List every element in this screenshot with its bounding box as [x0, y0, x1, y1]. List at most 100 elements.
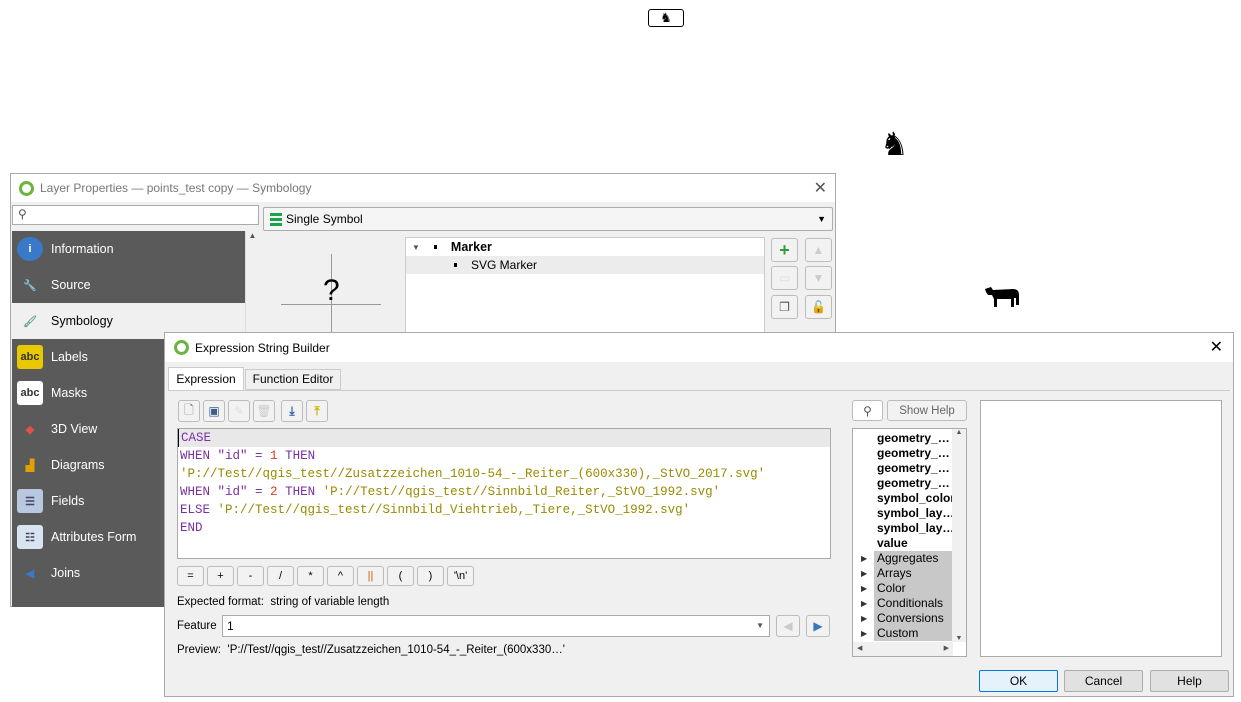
next-feature-button[interactable]: ▶ [806, 615, 830, 637]
3d-view-icon: ◆ [25, 423, 35, 436]
code-line: WHEN "id" = 1 THEN [180, 449, 316, 463]
show-help-button[interactable]: Show Help [887, 400, 967, 421]
expected-format: Expected format: string of variable leng… [177, 596, 390, 608]
operator-button[interactable]: * [297, 566, 324, 586]
sidebar-item-label: Joins [51, 566, 81, 580]
tree-item-svg-marker[interactable]: SVG Marker [406, 256, 764, 274]
lock-icon[interactable]: 🔓 [805, 295, 832, 319]
group-label: Conditionals [877, 596, 944, 610]
operator-button[interactable]: + [207, 566, 234, 586]
function-item[interactable]: geometry_… [853, 431, 953, 446]
function-item[interactable]: geometry_… [853, 476, 953, 491]
symbol-layer-tree[interactable]: ▼ Marker SVG Marker [405, 237, 765, 337]
function-item[interactable]: symbol_lay… [853, 506, 954, 521]
operator-button[interactable]: = [177, 566, 204, 586]
expand-arrow-icon: ▶ [861, 629, 868, 638]
duplicate-layer-button[interactable]: ❐ [771, 295, 798, 319]
horse-rider-sign-icon: ♞ [648, 9, 684, 27]
previous-feature-button[interactable]: ◀ [776, 615, 800, 637]
function-group[interactable]: ▶ Color [861, 581, 953, 596]
ok-button[interactable]: OK [979, 670, 1058, 692]
close-icon[interactable]: ✕ [1210, 337, 1223, 357]
help-button[interactable]: Help [1150, 670, 1229, 692]
operator-button[interactable]: ( [387, 566, 414, 586]
tree-label: Marker [450, 240, 492, 254]
code-line: WHEN "id" = 2 THEN 'P://Test//qgis_test/… [180, 485, 721, 499]
operator-button[interactable]: || [357, 566, 384, 586]
function-item[interactable]: symbol_color [853, 491, 955, 506]
export-icon[interactable]: ⤒ [306, 400, 328, 422]
move-up-button[interactable]: ▲ [805, 238, 832, 262]
expression-builder-dialog: Expression String Builder ✕ Expression F… [164, 332, 1234, 697]
sidebar-item-label: Symbology [51, 314, 113, 328]
vertical-scrollbar[interactable]: ▲ ▼ [952, 429, 966, 642]
feature-value: 1 [227, 619, 234, 633]
code-line: ELSE 'P://Test//qgis_test//Sinnbild_Vieh… [180, 503, 691, 517]
expand-arrow-icon: ▶ [861, 584, 868, 593]
code-line: 'P://Test//qgis_test//Zusatzzeichen_1010… [180, 467, 766, 481]
code-line: CASE [181, 431, 212, 445]
cancel-button[interactable]: Cancel [1064, 670, 1143, 692]
move-down-button[interactable]: ▼ [805, 266, 832, 290]
preview-glyph: ? [323, 274, 340, 307]
function-group[interactable]: ▶ Custom [861, 626, 953, 641]
operator-button[interactable]: / [267, 566, 294, 586]
delete-icon[interactable]: 🗑 [253, 400, 275, 422]
function-group[interactable]: ▶ Arrays [861, 566, 953, 581]
source-icon: 🔧 [23, 279, 37, 292]
operator-button[interactable]: ) [417, 566, 444, 586]
cow-icon [983, 283, 1021, 309]
function-group[interactable]: ▶ Conversions [861, 611, 953, 626]
search-button[interactable]: ⚲ [852, 400, 883, 421]
feature-select[interactable]: 1 ▼ [222, 615, 770, 637]
tree-label: SVG Marker [471, 258, 538, 272]
chevron-down-icon: ▼ [817, 214, 826, 224]
function-item[interactable]: geometry_… [853, 446, 953, 461]
sidebar-item-source[interactable]: 🔧 Source [12, 267, 245, 303]
tab-expression[interactable]: Expression [168, 367, 244, 391]
remove-layer-button[interactable]: ▭ [771, 266, 798, 290]
function-item[interactable]: geometry_… [853, 461, 953, 476]
add-layer-button[interactable]: + [771, 238, 798, 262]
code-line: END [180, 521, 203, 535]
edit-icon[interactable]: ✎ [228, 400, 250, 422]
diagrams-icon: ▟ [25, 459, 35, 472]
operator-button[interactable]: ^ [327, 566, 354, 586]
title-bar: Layer Properties — points_test copy — Sy… [11, 174, 835, 202]
function-item[interactable]: value [853, 536, 953, 551]
symbology-icon: 🖌 [23, 315, 37, 328]
new-file-icon[interactable]: 🗋 [178, 400, 200, 422]
function-group[interactable]: ▶ Conditionals [861, 596, 953, 611]
labels-icon: abc [17, 345, 43, 369]
search-input[interactable]: ⚲ [12, 205, 259, 225]
renderer-value: Single Symbol [286, 212, 363, 226]
attributes-form-icon: ☷ [17, 525, 43, 549]
sidebar-item-label: Fields [51, 494, 85, 508]
expression-editor[interactable]: CASE WHEN "id" = 1 THEN 'P://Test//qgis_… [177, 428, 831, 559]
joins-icon: ◀ [25, 567, 35, 580]
save-icon[interactable]: ▣ [203, 400, 225, 422]
renderer-select[interactable]: Single Symbol ▼ [263, 207, 833, 231]
operator-button[interactable]: '\n' [447, 566, 474, 586]
qgis-logo-icon [19, 180, 34, 196]
function-list[interactable]: geometry_… geometry_… geometry_… geometry_…… [852, 428, 967, 657]
sidebar-item-label: Attributes Form [51, 530, 137, 544]
close-icon[interactable]: ✕ [814, 178, 827, 198]
operator-button[interactable]: - [237, 566, 264, 586]
expand-arrow-icon: ▶ [861, 554, 868, 563]
group-label: Color [877, 581, 906, 595]
help-panel [980, 400, 1222, 657]
import-icon[interactable]: ⤓ [281, 400, 303, 422]
fields-icon: ☰ [17, 489, 43, 513]
function-group[interactable]: ▶ Aggregates [861, 551, 953, 566]
sidebar-item-information[interactable]: i Information [12, 231, 245, 267]
symbol-preview: ? [263, 236, 403, 344]
masks-icon: abc [17, 381, 43, 405]
tab-function-editor[interactable]: Function Editor [245, 369, 341, 390]
search-icon: ⚲ [18, 207, 27, 221]
qgis-logo-icon [174, 340, 189, 355]
tree-item-marker[interactable]: ▼ Marker [406, 238, 764, 256]
horizontal-scrollbar[interactable]: ◀ ▶ [853, 642, 953, 656]
single-symbol-icon [270, 212, 282, 226]
function-item[interactable]: symbol_lay… [853, 521, 954, 536]
